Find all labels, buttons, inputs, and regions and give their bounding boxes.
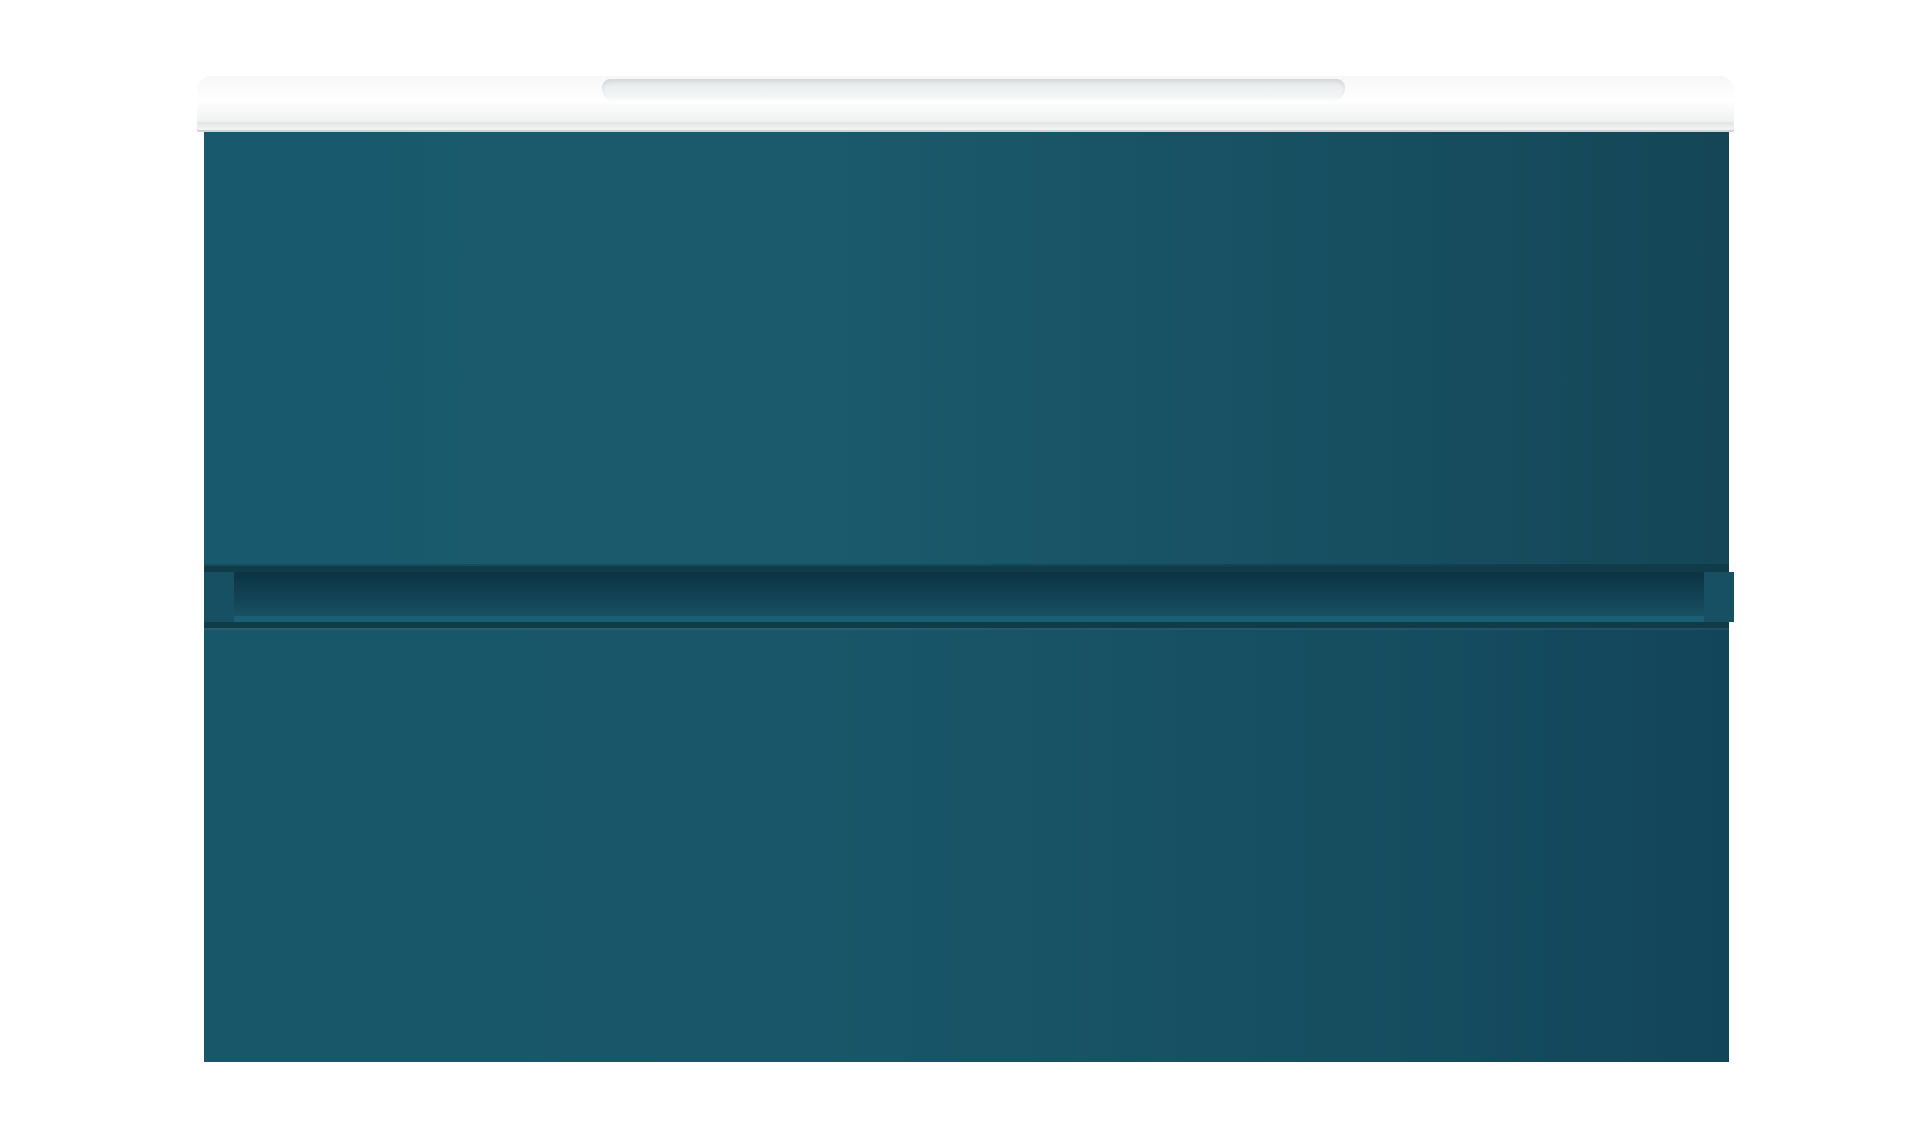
product-image-stage (0, 0, 1920, 1132)
bathroom-vanity (197, 76, 1734, 1062)
bottom-drawer-front (204, 628, 1729, 1062)
handle-groove (204, 566, 1734, 628)
sink-basin (602, 79, 1345, 103)
top-drawer-front (204, 132, 1729, 566)
handle-lip (234, 616, 1704, 622)
basin-countertop (197, 76, 1734, 130)
handle-channel (234, 572, 1704, 622)
countertop-edge (197, 122, 1734, 130)
cabinet-body (204, 132, 1734, 1062)
groove-end-left (204, 572, 234, 622)
groove-end-right (1704, 572, 1734, 622)
